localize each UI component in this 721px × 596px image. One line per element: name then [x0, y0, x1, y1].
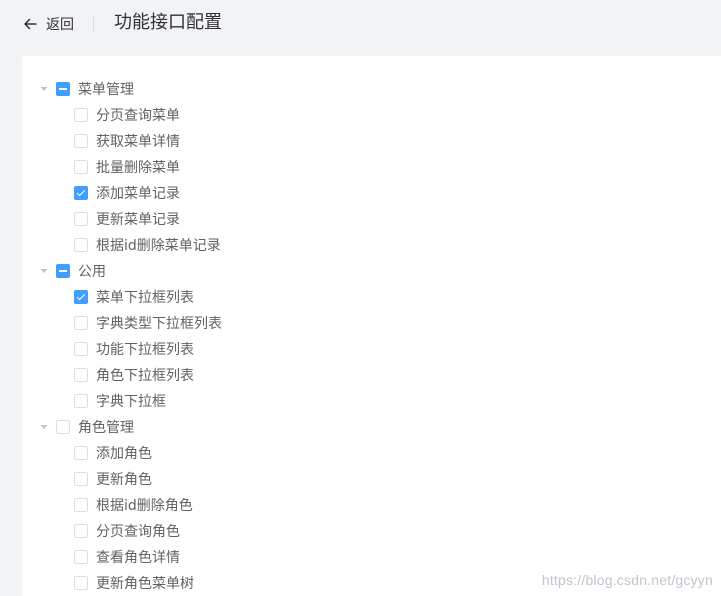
- tree-node-label: 根据id删除角色: [96, 498, 193, 514]
- tree-node-child[interactable]: 分页查询角色: [22, 518, 712, 544]
- tree-checkbox[interactable]: [74, 134, 88, 148]
- tree-node-parent[interactable]: 公用: [22, 258, 712, 284]
- tree-card: 菜单管理 分页查询菜单 获取菜单详情 批量删除菜单 添加菜单记录 更新菜单记录 根据id删除…: [22, 56, 721, 596]
- tree-node-child[interactable]: 更新菜单记录: [22, 206, 712, 232]
- tree-node-label: 更新角色: [96, 472, 152, 488]
- tree-node-child[interactable]: 获取菜单详情: [22, 128, 712, 154]
- tree-checkbox[interactable]: [74, 290, 88, 304]
- tree-checkbox[interactable]: [74, 212, 88, 226]
- tree-node-child[interactable]: 功能下拉框列表: [22, 336, 712, 362]
- tree-node-child[interactable]: 字典下拉框: [22, 388, 712, 414]
- tree-node-label: 根据id删除菜单记录: [96, 238, 221, 254]
- tree-checkbox[interactable]: [74, 186, 88, 200]
- back-button[interactable]: 返回: [22, 14, 74, 34]
- tree-node-label: 菜单下拉框列表: [96, 290, 194, 306]
- header-divider: [93, 15, 94, 33]
- watermark: https://blog.csdn.net/gcyyn: [541, 572, 713, 588]
- tree-node-child[interactable]: 根据id删除菜单记录: [22, 232, 712, 258]
- tree-node-label: 分页查询角色: [96, 524, 180, 540]
- tree-node-label: 查看角色详情: [96, 550, 180, 566]
- tree-node-label: 更新角色菜单树: [96, 576, 194, 592]
- tree-checkbox[interactable]: [74, 446, 88, 460]
- tree-node-child[interactable]: 添加角色: [22, 440, 712, 466]
- tree-checkbox[interactable]: [74, 316, 88, 330]
- arrow-left-icon: [24, 18, 37, 30]
- tree-node-label: 字典类型下拉框列表: [96, 316, 222, 332]
- tree-node-label: 批量删除菜单: [96, 160, 180, 176]
- tree-node-child[interactable]: 分页查询菜单: [22, 102, 712, 128]
- tree-node-parent[interactable]: 菜单管理: [22, 76, 712, 102]
- tree-node-label: 功能下拉框列表: [96, 342, 194, 358]
- tree-checkbox[interactable]: [74, 342, 88, 356]
- caret-down-icon[interactable]: [38, 265, 50, 277]
- page-header: 返回 功能接口配置: [0, 0, 721, 48]
- back-label: 返回: [46, 17, 74, 33]
- tree-checkbox[interactable]: [56, 82, 70, 96]
- tree-node-parent[interactable]: 角色管理: [22, 414, 712, 440]
- tree-node-label: 公用: [78, 264, 106, 280]
- tree-checkbox[interactable]: [56, 420, 70, 434]
- caret-down-icon[interactable]: [38, 83, 50, 95]
- page: 返回 功能接口配置 菜单管理分页查询菜单 获取菜单详情 批量删除菜单 添加菜单记录 更新…: [0, 0, 721, 596]
- tree-checkbox[interactable]: [74, 550, 88, 564]
- tree-node-child[interactable]: 更新角色: [22, 466, 712, 492]
- tree-node-child[interactable]: 字典类型下拉框列表: [22, 310, 712, 336]
- tree-checkbox[interactable]: [74, 524, 88, 538]
- tree-checkbox[interactable]: [74, 576, 88, 590]
- tree-checkbox[interactable]: [74, 108, 88, 122]
- tree-node-label: 字典下拉框: [96, 394, 166, 410]
- tree-node-label: 分页查询菜单: [96, 108, 180, 124]
- permission-tree: 菜单管理 分页查询菜单 获取菜单详情 批量删除菜单 添加菜单记录 更新菜单记录 根据id删除…: [22, 76, 712, 596]
- tree-node-child[interactable]: 根据id删除角色: [22, 492, 712, 518]
- tree-node-child[interactable]: 菜单下拉框列表: [22, 284, 712, 310]
- tree-checkbox[interactable]: [74, 394, 88, 408]
- tree-node-label: 菜单管理: [78, 82, 134, 98]
- tree-node-label: 角色下拉框列表: [96, 368, 194, 384]
- tree-checkbox[interactable]: [74, 472, 88, 486]
- tree-node-label: 获取菜单详情: [96, 134, 180, 150]
- tree-checkbox[interactable]: [74, 368, 88, 382]
- tree-node-child[interactable]: 查看角色详情: [22, 544, 712, 570]
- tree-checkbox[interactable]: [74, 498, 88, 512]
- tree-node-label: 添加角色: [96, 446, 152, 462]
- tree-node-label: 角色管理: [78, 420, 134, 436]
- tree-checkbox[interactable]: [74, 238, 88, 252]
- caret-down-icon[interactable]: [38, 421, 50, 433]
- page-title: 功能接口配置: [114, 12, 222, 33]
- tree-checkbox[interactable]: [74, 160, 88, 174]
- tree-node-child[interactable]: 批量删除菜单: [22, 154, 712, 180]
- tree-node-label: 添加菜单记录: [96, 186, 180, 202]
- tree-node-label: 更新菜单记录: [96, 212, 180, 228]
- tree-node-child[interactable]: 添加菜单记录: [22, 180, 712, 206]
- tree-checkbox[interactable]: [56, 264, 70, 278]
- tree-node-child[interactable]: 角色下拉框列表: [22, 362, 712, 388]
